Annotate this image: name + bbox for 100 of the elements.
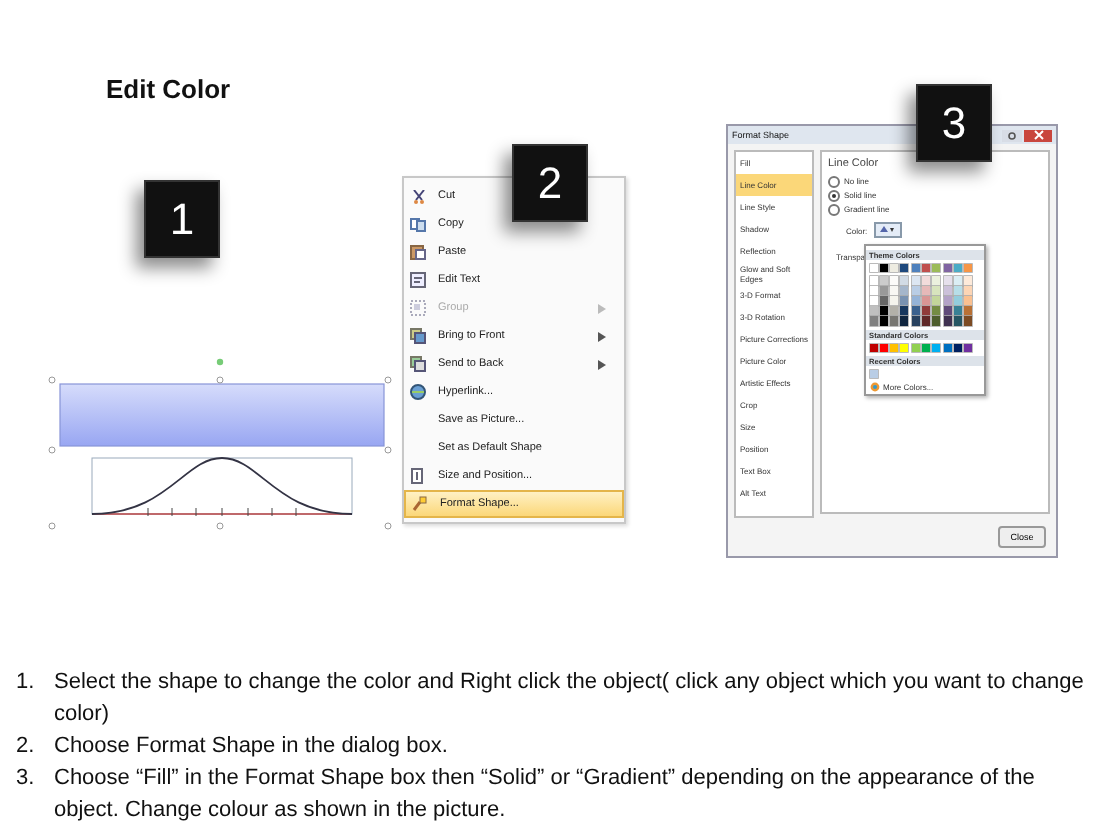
color-swatch[interactable] — [890, 286, 899, 297]
color-swatch[interactable] — [964, 264, 973, 273]
color-swatch[interactable] — [869, 370, 878, 379]
color-swatch[interactable] — [911, 276, 920, 287]
color-picker-button[interactable] — [873, 222, 902, 239]
globe-icon — [410, 384, 426, 400]
color-swatch[interactable] — [943, 286, 952, 297]
color-swatch[interactable] — [953, 276, 962, 287]
help-icon — [1008, 131, 1016, 140]
color-swatch[interactable] — [953, 296, 962, 307]
step-number: 1. — [16, 668, 37, 698]
radio-button[interactable] — [828, 189, 840, 202]
color-swatch[interactable] — [964, 276, 973, 287]
color-swatch[interactable] — [879, 344, 888, 353]
color-swatch[interactable] — [922, 296, 931, 307]
step-number: 3. — [16, 764, 37, 794]
radio-button[interactable] — [828, 203, 840, 216]
color-swatch[interactable] — [879, 264, 888, 273]
submenu-arrow-icon — [598, 331, 606, 341]
step-badge: 3 — [916, 84, 992, 162]
color-swatch[interactable] — [890, 316, 899, 327]
color-swatch[interactable] — [900, 306, 909, 317]
step-number: 2. — [16, 732, 37, 762]
color-swatch[interactable] — [911, 264, 920, 273]
step-badge: 1 — [144, 180, 220, 258]
instruction-text: Choose Format Shape in the dialog box. — [54, 732, 450, 762]
color-swatch[interactable] — [869, 344, 878, 353]
scissors-icon — [411, 189, 425, 203]
color-swatch[interactable] — [900, 286, 909, 297]
color-swatch[interactable] — [964, 316, 973, 327]
color-swatch[interactable] — [900, 264, 909, 273]
color-swatch[interactable] — [932, 276, 941, 287]
color-swatch[interactable] — [869, 306, 878, 317]
color-swatch[interactable] — [869, 316, 878, 327]
color-swatch[interactable] — [964, 344, 973, 353]
color-swatch[interactable] — [900, 276, 909, 287]
step-badge: 2 — [512, 144, 588, 222]
color-swatch[interactable] — [953, 316, 962, 327]
color-swatch[interactable] — [911, 306, 920, 317]
color-swatch[interactable] — [890, 296, 899, 307]
color-swatch[interactable] — [943, 306, 952, 317]
color-swatch[interactable] — [911, 316, 920, 327]
color-swatch[interactable] — [890, 344, 899, 353]
color-swatch[interactable] — [932, 286, 941, 297]
color-swatch[interactable] — [869, 276, 878, 287]
close-icon — [1033, 130, 1043, 141]
color-swatch[interactable] — [869, 296, 878, 307]
resize-icon — [410, 468, 426, 484]
color-swatch[interactable] — [879, 316, 888, 327]
color-swatch[interactable] — [943, 296, 952, 307]
brush-icon — [412, 496, 428, 512]
color-swatch[interactable] — [869, 286, 878, 297]
slide-title: Edit Color — [106, 74, 231, 104]
color-swatch[interactable] — [922, 276, 931, 287]
group-icon — [410, 300, 426, 316]
color-swatch[interactable] — [932, 264, 941, 273]
submenu-arrow-icon — [598, 359, 606, 369]
color-swatch[interactable] — [900, 296, 909, 307]
radio-button[interactable] — [828, 175, 840, 188]
color-swatch[interactable] — [953, 306, 962, 317]
close-button[interactable] — [1024, 129, 1052, 142]
color-swatch[interactable] — [953, 344, 962, 353]
color-swatch[interactable] — [879, 276, 888, 287]
color-swatch[interactable] — [911, 344, 920, 353]
color-swatch[interactable] — [964, 296, 973, 307]
submenu-arrow-icon — [598, 303, 606, 313]
color-swatch[interactable] — [932, 344, 941, 353]
color-swatch[interactable] — [890, 264, 899, 273]
color-wheel-icon — [869, 382, 880, 393]
copy-icon — [410, 217, 426, 231]
color-swatch[interactable] — [943, 276, 952, 287]
color-swatch[interactable] — [879, 296, 888, 307]
color-swatch[interactable] — [911, 296, 920, 307]
color-swatch[interactable] — [890, 276, 899, 287]
color-swatch[interactable] — [953, 286, 962, 297]
color-swatch[interactable] — [922, 344, 931, 353]
color-swatch[interactable] — [890, 306, 899, 317]
color-swatch[interactable] — [943, 264, 952, 273]
color-swatch[interactable] — [943, 344, 952, 353]
color-swatch[interactable] — [964, 306, 973, 317]
color-swatch[interactable] — [953, 264, 962, 273]
help-button[interactable] — [1002, 129, 1022, 142]
color-swatch[interactable] — [879, 286, 888, 297]
color-swatch[interactable] — [932, 316, 941, 327]
color-swatch[interactable] — [900, 344, 909, 353]
text-box-icon — [410, 272, 426, 288]
color-swatch[interactable] — [922, 286, 931, 297]
instruction-text: Select the shape to change the color and Right click the object( click any object which you want to change color) — [54, 668, 1086, 730]
color-swatch[interactable] — [911, 286, 920, 297]
instruction-text: Choose “Fill” in the Format Shape box then “Solid” or “Gradient” depending on the appearance of the object. Change colour as shown in the picture. — [54, 764, 1037, 826]
color-swatch[interactable] — [964, 286, 973, 297]
color-swatch[interactable] — [932, 306, 941, 317]
color-swatch[interactable] — [869, 264, 878, 273]
color-swatch[interactable] — [922, 306, 931, 317]
color-swatch[interactable] — [922, 264, 931, 273]
color-swatch[interactable] — [879, 306, 888, 317]
color-swatch[interactable] — [932, 296, 941, 307]
color-swatch[interactable] — [922, 316, 931, 327]
color-swatch[interactable] — [943, 316, 952, 327]
color-swatch[interactable] — [900, 316, 909, 327]
